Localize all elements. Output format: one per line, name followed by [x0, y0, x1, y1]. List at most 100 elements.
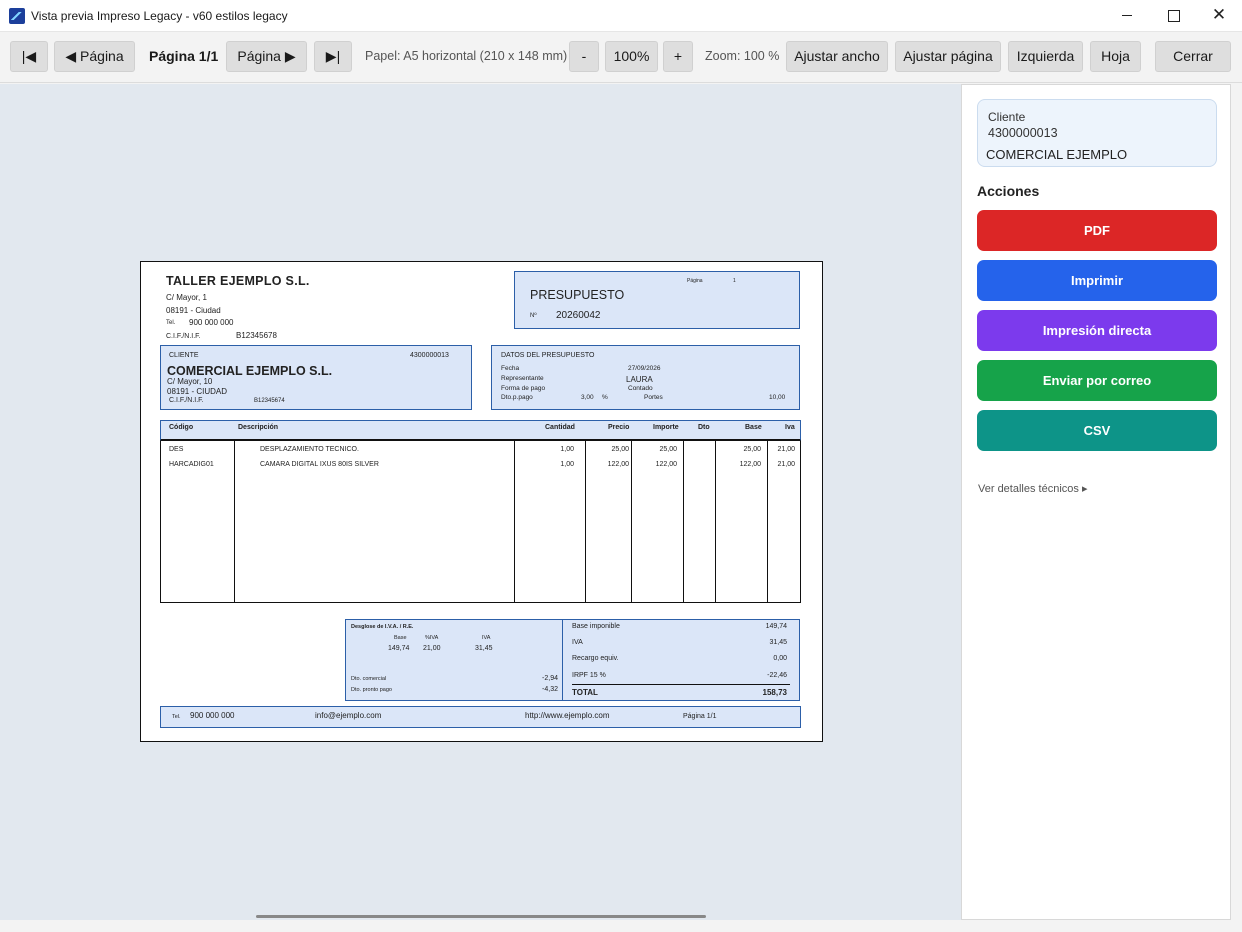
technical-details-link[interactable]: Ver detalles técnicos ▸: [978, 482, 1087, 495]
discount-label: Dto.p.pago: [501, 394, 533, 401]
vat-breakdown-box: Desglose de I.V.A. / R.E. Base %IVA IVA …: [345, 619, 563, 701]
total-amount: 158,73: [762, 688, 787, 697]
maximize-button[interactable]: [1150, 0, 1196, 32]
actions-title: Acciones: [977, 183, 1040, 199]
line-quantity: 1,00: [560, 446, 574, 453]
line-price: 122,00: [607, 461, 629, 468]
send-email-button[interactable]: Enviar por correo: [977, 360, 1217, 401]
csv-button[interactable]: CSV: [977, 410, 1217, 451]
document-header-box: PRESUPUESTO Página 1 Nº 20260042: [514, 271, 800, 329]
client-card: Cliente 4300000013 COMERCIAL EJEMPLO: [977, 99, 1217, 167]
surcharge-label: Recargo equiv.: [572, 655, 619, 662]
vat-title: Desglose de I.V.A. / R.E.: [351, 624, 414, 630]
client-card-code: 4300000013: [988, 126, 1058, 140]
col-description: Descripción: [238, 424, 279, 431]
client-name: COMERCIAL EJEMPLO S.L.: [167, 364, 333, 378]
col-vat: Iva: [785, 424, 795, 431]
lines-table-header: Código Descripción Cantidad Precio Impor…: [160, 420, 801, 441]
col-code: Código: [169, 424, 194, 431]
page-indicator: Página 1/1: [149, 48, 219, 64]
client-card-label: Cliente: [988, 110, 1026, 124]
page-label: Página: [687, 278, 703, 284]
vat-pct: 21,00: [423, 645, 441, 652]
title-bar: Vista previa Impreso Legacy - v60 estilo…: [0, 0, 1242, 32]
minimize-button[interactable]: [1104, 0, 1150, 32]
commercial-discount-label: Dto. comercial: [351, 676, 387, 682]
taxable-base: 149,74: [765, 623, 787, 630]
col-amount: Importe: [653, 424, 679, 431]
rep-value: LAURA: [626, 375, 653, 384]
direct-print-button[interactable]: Impresión directa: [977, 310, 1217, 351]
quote-data-label: DATOS DEL PRESUPUESTO: [501, 352, 595, 359]
last-page-button[interactable]: ▶|: [314, 41, 352, 72]
app-icon: [9, 8, 25, 24]
line-price: 25,00: [611, 446, 629, 453]
line-vat: 21,00: [777, 461, 795, 468]
zoom-out-button[interactable]: -: [569, 41, 599, 72]
total-rule: [572, 684, 790, 685]
taxable-base-label: Base imponible: [572, 623, 620, 630]
vat-base: 149,74: [388, 645, 410, 652]
zoom-reset-button[interactable]: 100%: [605, 41, 658, 72]
window-title: Vista previa Impreso Legacy - v60 estilo…: [31, 9, 288, 23]
number-label: Nº: [530, 313, 537, 319]
commercial-discount: -2,94: [542, 675, 558, 682]
bottom-strip: [0, 920, 1242, 932]
lines-table-body: DES DESPLAZAMIENTO TECNICO. 1,00 25,00 2…: [160, 441, 801, 603]
zoom-in-button[interactable]: +: [663, 41, 693, 72]
total-label: TOTAL: [572, 688, 598, 697]
client-cif-label: C.I.F./N.I.F.: [169, 397, 204, 404]
company-cif: B12345678: [236, 331, 277, 340]
pdf-button[interactable]: PDF: [977, 210, 1217, 251]
vat-pct-header: %IVA: [425, 635, 439, 641]
col-discount: Dto: [698, 424, 710, 431]
footer-tel-label: Tel.: [172, 714, 181, 720]
horizontal-scrollbar[interactable]: [256, 915, 706, 918]
shipping-label: Portes: [644, 394, 663, 401]
line-amount: 25,00: [659, 446, 677, 453]
vat-total-label: IVA: [572, 639, 583, 646]
footer-web: http://www.ejemplo.com: [525, 711, 610, 720]
fit-width-button[interactable]: Ajustar ancho: [786, 41, 888, 72]
col-quantity: Cantidad: [545, 424, 575, 431]
irpf-label: IRPF 15 %: [572, 672, 606, 679]
client-code: 4300000013: [410, 352, 449, 359]
next-page-button[interactable]: Página ▶: [226, 41, 307, 72]
company-tel: 900 000 000: [189, 318, 234, 327]
vat-amount-header: IVA: [482, 635, 491, 641]
payment-value: Contado: [628, 385, 653, 392]
page-number: 1: [733, 278, 736, 284]
col-base: Base: [745, 424, 762, 431]
footer-email: info@ejemplo.com: [315, 711, 382, 720]
zoom-label: Zoom: 100 %: [705, 49, 780, 63]
client-card-name: COMERCIAL EJEMPLO: [986, 147, 1128, 162]
line-description: DESPLAZAMIENTO TECNICO.: [260, 446, 359, 453]
footer-tel: 900 000 000: [190, 711, 235, 720]
shipping-value: 10,00: [769, 394, 786, 401]
document-page: TALLER EJEMPLO S.L. C/ Mayor, 1 08191 - …: [140, 261, 823, 742]
vat-total: 31,45: [769, 639, 787, 646]
date-value: 27/09/2026: [628, 365, 661, 372]
prev-page-button[interactable]: ◀ Página: [54, 41, 135, 72]
company-city: 08191 - Ciudad: [166, 306, 221, 315]
print-button[interactable]: Imprimir: [977, 260, 1217, 301]
align-left-button[interactable]: Izquierda: [1008, 41, 1083, 72]
client-label: CLIENTE: [169, 352, 199, 359]
irpf: -22,46: [767, 672, 787, 679]
client-box: CLIENTE 4300000013 COMERCIAL EJEMPLO S.L…: [160, 345, 472, 410]
close-button[interactable]: Cerrar: [1155, 41, 1231, 72]
line-base: 122,00: [739, 461, 761, 468]
sheet-button[interactable]: Hoja: [1090, 41, 1141, 72]
line-code: DES: [169, 446, 184, 453]
first-page-button[interactable]: |◀: [10, 41, 48, 72]
company-tel-label: Tel.: [166, 320, 176, 326]
line-quantity: 1,00: [560, 461, 574, 468]
company-cif-label: C.I.F./N.I.F.: [166, 333, 201, 340]
side-panel: Cliente 4300000013 COMERCIAL EJEMPLO Acc…: [961, 84, 1231, 920]
footer-page: Página 1/1: [683, 713, 717, 720]
line-code: HARCADIG01: [169, 461, 214, 468]
prompt-payment-discount: -4,32: [542, 686, 558, 693]
vat-amount: 31,45: [475, 645, 493, 652]
close-window-button[interactable]: ✕: [1196, 0, 1242, 32]
fit-page-button[interactable]: Ajustar página: [895, 41, 1001, 72]
